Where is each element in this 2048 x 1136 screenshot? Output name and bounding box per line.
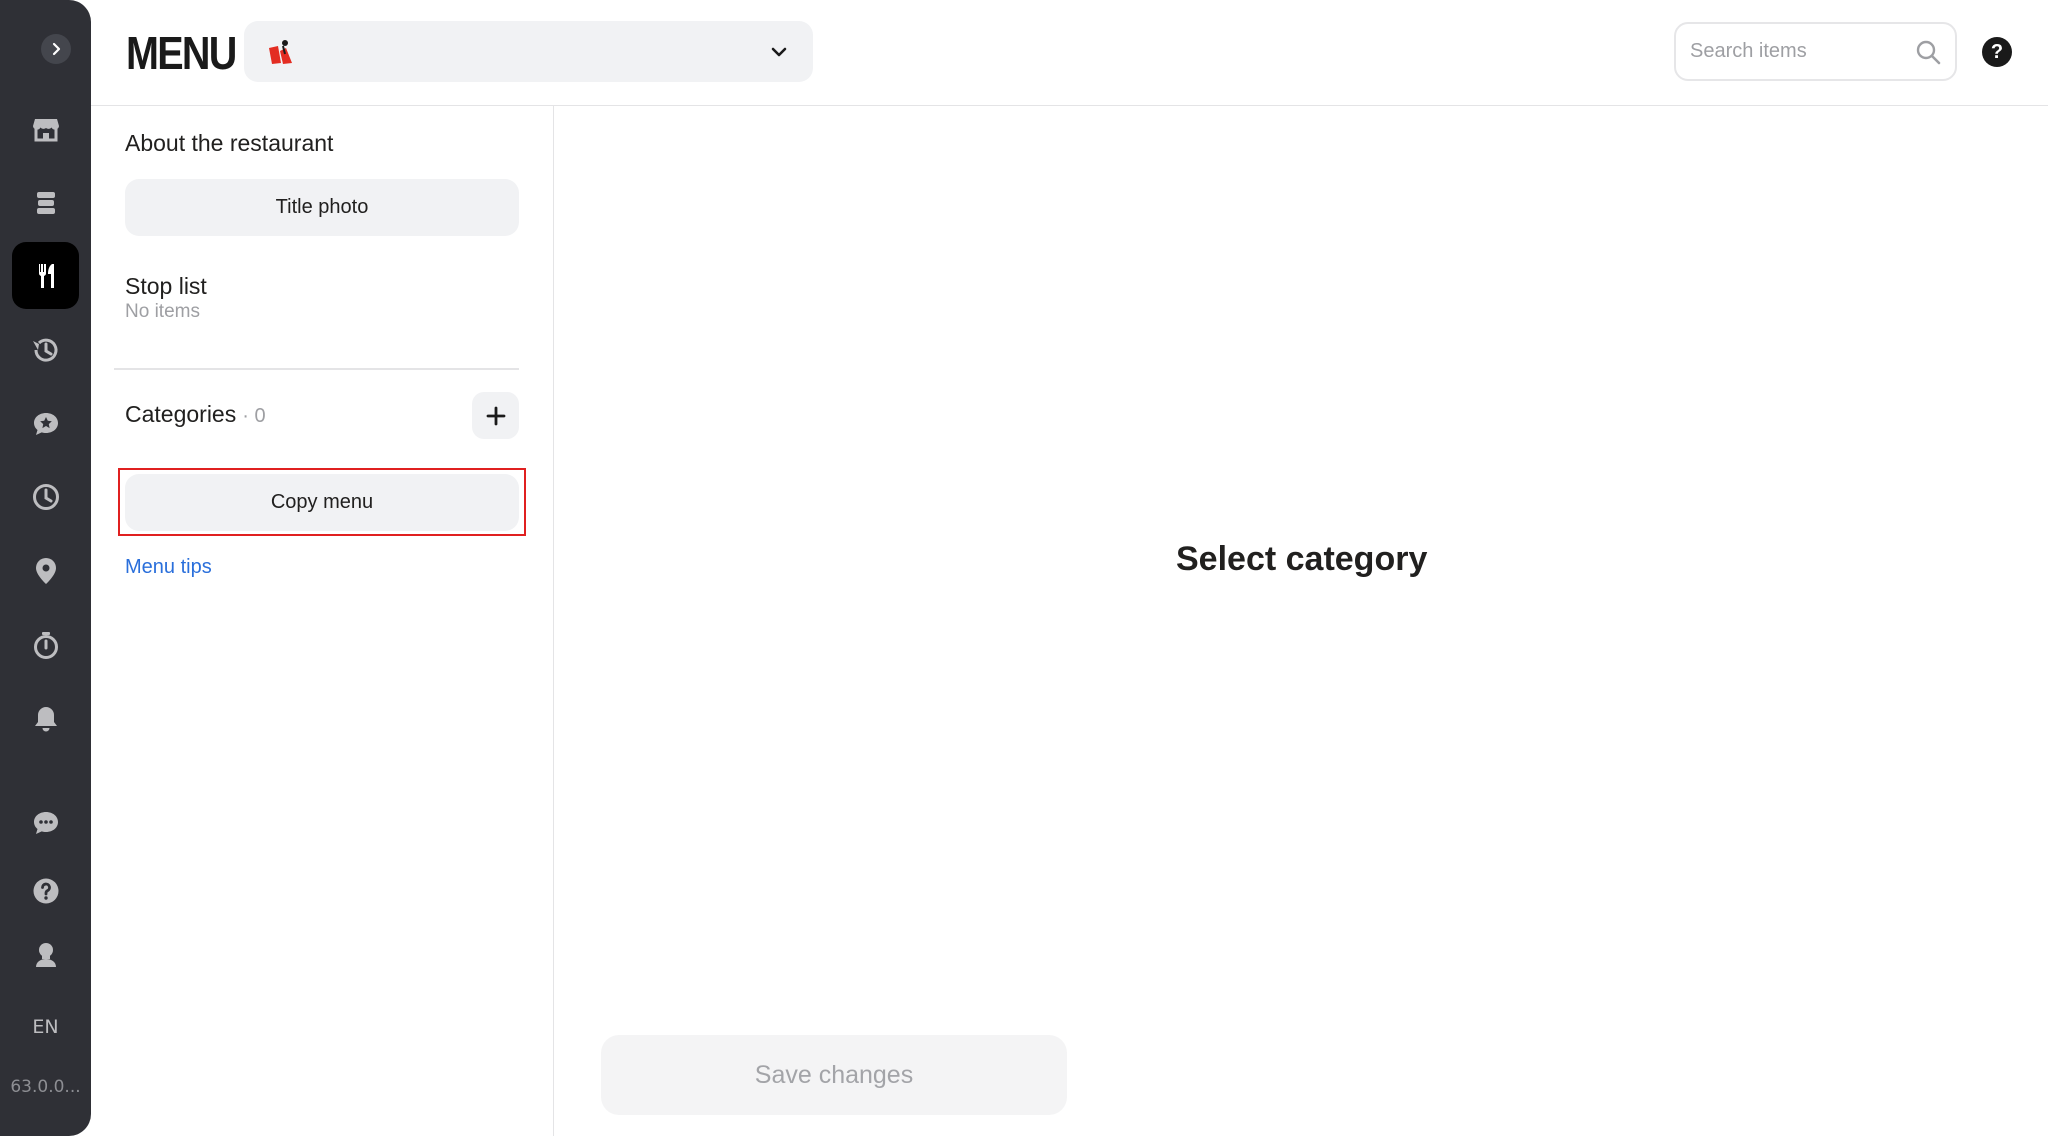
app-version: 63.0.0... [10, 1077, 81, 1097]
chat-icon [33, 811, 58, 834]
menu-tips-link[interactable]: Menu tips [125, 556, 212, 579]
side-rail: EN 63.0.0... [0, 0, 91, 1136]
plus-icon [486, 406, 505, 425]
divider [114, 368, 519, 370]
categories-header: Categories · 0 [125, 401, 266, 428]
chevron-down-icon [771, 47, 787, 57]
stop-list-title[interactable]: Stop list [125, 273, 207, 300]
restaurant-logo-icon [269, 39, 292, 64]
chevron-right-icon [52, 42, 61, 56]
rail-item-menu[interactable] [12, 242, 79, 309]
support-icon [35, 942, 56, 967]
location-icon [35, 557, 56, 584]
top-header: MENU ? [91, 0, 2048, 106]
search-icon [1916, 40, 1941, 65]
page-title: MENU [126, 27, 237, 79]
copy-menu-button[interactable]: Copy menu [125, 474, 519, 531]
categories-title: Categories [125, 401, 237, 427]
rail-item-chat[interactable] [12, 789, 79, 856]
clock-icon [32, 483, 59, 510]
rail-item-restaurants[interactable] [12, 95, 79, 162]
reviews-icon [33, 412, 58, 435]
restaurant-select[interactable] [244, 21, 813, 82]
menu-sidebar: About the restaurant Title photo Stop li… [91, 106, 554, 1136]
rail-item-schedule[interactable] [12, 463, 79, 530]
empty-state-title: Select category [1176, 540, 1428, 578]
rail-item-support[interactable] [12, 921, 79, 988]
add-category-button[interactable] [472, 392, 519, 439]
expand-rail-button[interactable] [41, 34, 71, 64]
rail-item-location[interactable] [12, 537, 79, 604]
rail-item-orders[interactable] [12, 168, 79, 235]
save-changes-button[interactable]: Save changes [601, 1035, 1067, 1115]
search-box[interactable] [1674, 22, 1957, 81]
rail-item-timer[interactable] [12, 611, 79, 678]
timer-icon [33, 631, 58, 659]
history-icon [32, 338, 57, 362]
help-icon [33, 878, 58, 903]
rail-item-reviews[interactable] [12, 390, 79, 457]
help-button[interactable]: ? [1982, 37, 2012, 67]
stop-list-status: No items [125, 301, 200, 322]
bell-icon [34, 706, 57, 731]
language-switch[interactable]: EN [0, 1016, 91, 1038]
title-photo-button[interactable]: Title photo [125, 179, 519, 236]
store-icon [32, 118, 59, 141]
categories-count: · 0 [242, 405, 266, 427]
orders-icon [36, 191, 55, 214]
about-restaurant-title: About the restaurant [125, 130, 334, 156]
search-input[interactable] [1690, 40, 1900, 63]
rail-item-history[interactable] [12, 316, 79, 383]
rail-item-help[interactable] [12, 857, 79, 924]
rail-item-notifications[interactable] [12, 685, 79, 752]
fork-knife-icon [38, 263, 54, 288]
